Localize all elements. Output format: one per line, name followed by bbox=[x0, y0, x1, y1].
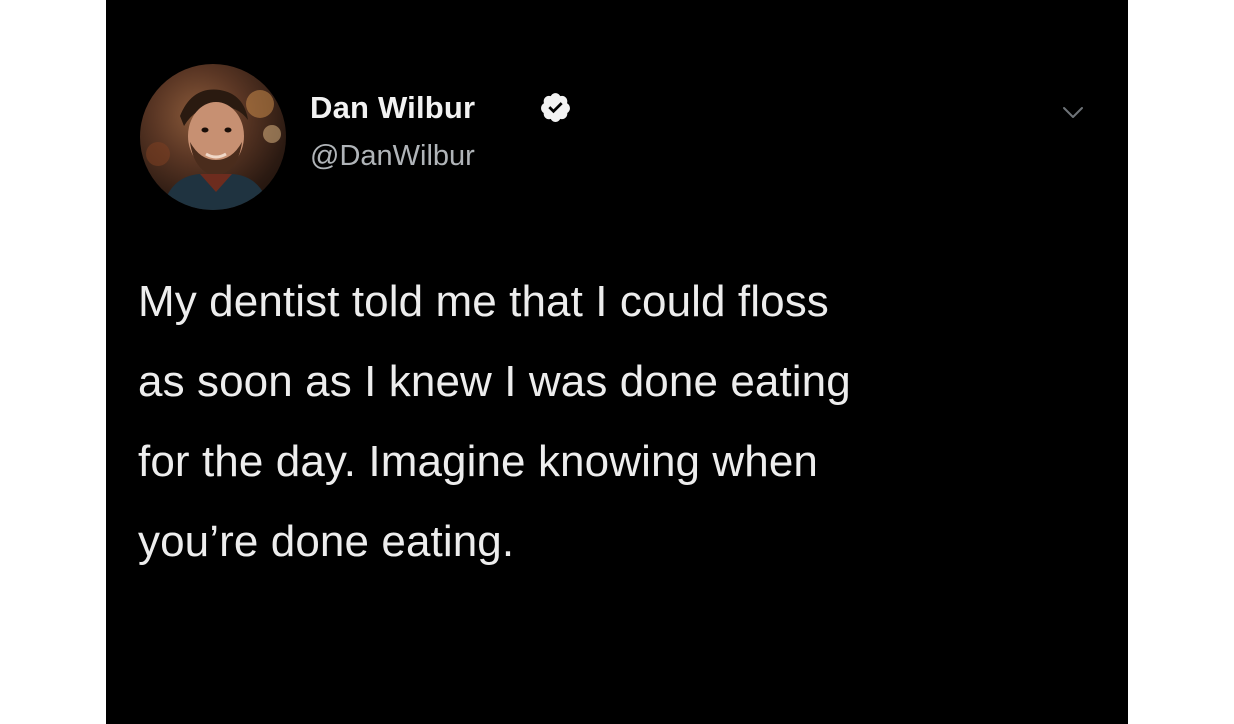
tweet-text: My dentist told me that I could floss as… bbox=[138, 262, 1098, 582]
chevron-down-icon[interactable] bbox=[1061, 104, 1085, 122]
tweet-text-line: for the day. Imagine knowing when bbox=[138, 437, 818, 486]
tweet-text-line: you’re done eating. bbox=[138, 517, 515, 566]
tweet-text-line: My dentist told me that I could floss bbox=[138, 277, 829, 326]
page: Dan Wilbur @DanWilbur My dentist told me… bbox=[0, 0, 1234, 724]
user-handle[interactable]: @DanWilbur bbox=[310, 140, 475, 173]
tweet-text-line: as soon as I knew I was done eating bbox=[138, 357, 851, 406]
avatar-photo bbox=[146, 89, 281, 210]
tweet-card: Dan Wilbur @DanWilbur My dentist told me… bbox=[106, 0, 1128, 724]
avatar[interactable] bbox=[140, 64, 286, 210]
display-name[interactable]: Dan Wilbur bbox=[310, 90, 475, 126]
verified-badge-icon bbox=[541, 93, 570, 122]
